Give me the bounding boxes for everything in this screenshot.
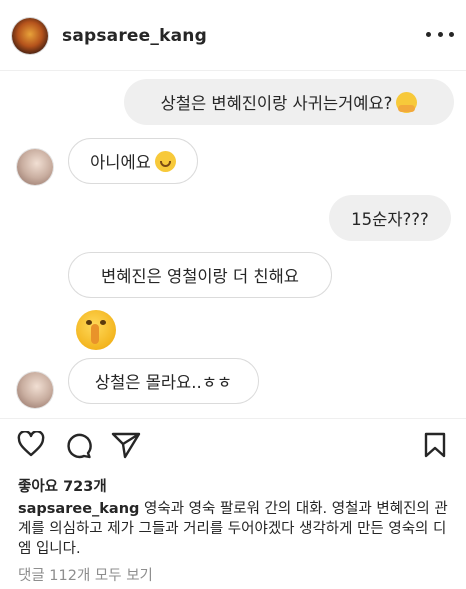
participant-avatar[interactable] xyxy=(17,149,53,185)
view-all-comments-link[interactable]: 댓글 112개 모두 보기 xyxy=(18,564,153,585)
message-text: 상철은 변혜진이랑 사귀는거예요? xyxy=(160,94,393,113)
message-text: 상철은 몰라요..ㅎㅎ xyxy=(94,373,233,392)
heart-icon[interactable] xyxy=(17,431,45,457)
message-bubble-sent: 상철은 변혜진이랑 사귀는거예요? xyxy=(124,79,454,125)
message-text: 15순자??? xyxy=(351,210,429,229)
shushing-face-emoji xyxy=(76,310,116,350)
more-horizontal-icon[interactable] xyxy=(426,24,454,44)
hugging-face-emoji xyxy=(396,91,418,113)
bookmark-icon[interactable] xyxy=(423,431,447,459)
message-bubble-received: 상철은 몰라요..ㅎㅎ xyxy=(68,358,259,404)
post-caption: sapsaree_kang 영숙과 영숙 팔로워 간의 대화. 영철과 변혜진의… xyxy=(18,499,450,559)
header-username[interactable]: sapsaree_kang xyxy=(62,26,207,46)
smiling-face-emoji xyxy=(154,150,176,172)
message-bubble-received: 아니에요 xyxy=(68,138,198,184)
message-bubble-sent: 15순자??? xyxy=(329,195,451,241)
caption-username[interactable]: sapsaree_kang xyxy=(18,501,139,517)
send-icon[interactable] xyxy=(111,431,141,459)
message-text: 아니에요 xyxy=(90,153,151,172)
post-header: sapsaree_kang xyxy=(0,0,466,71)
likes-count[interactable]: 좋아요 723개 xyxy=(18,475,107,496)
message-text: 변혜진은 영철이랑 더 친해요 xyxy=(101,267,299,286)
profile-avatar[interactable] xyxy=(12,18,48,54)
action-bar xyxy=(0,431,466,461)
divider xyxy=(0,418,466,419)
comment-icon[interactable] xyxy=(64,431,92,459)
participant-avatar[interactable] xyxy=(17,372,53,408)
message-bubble-received: 변혜진은 영철이랑 더 친해요 xyxy=(68,252,332,298)
